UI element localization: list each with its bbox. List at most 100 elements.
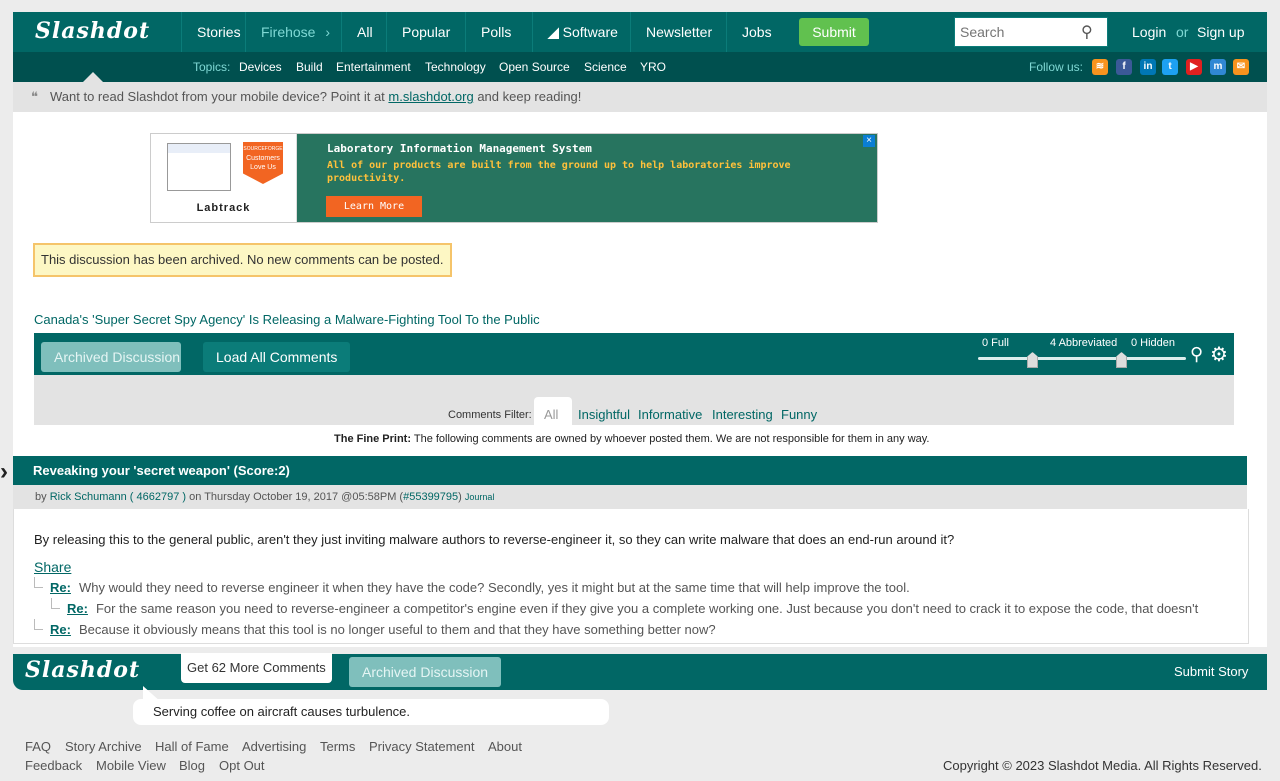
- comment-body: By releasing this to the general public,…: [34, 532, 955, 547]
- footer-link-terms[interactable]: Terms: [320, 739, 355, 754]
- reply-tree-line: [51, 598, 60, 609]
- nav-jobs[interactable]: Jobs: [726, 12, 787, 52]
- comment-controls-bar: Archived Discussion Load All Comments 0 …: [34, 333, 1234, 375]
- footer-link-advertising[interactable]: Advertising: [242, 739, 306, 754]
- filter-tab-interesting[interactable]: Interesting: [712, 407, 773, 422]
- topic-build[interactable]: Build: [296, 52, 323, 82]
- linkedin-icon[interactable]: in: [1140, 59, 1156, 75]
- footer-archived-button[interactable]: Archived Discussion: [349, 657, 502, 687]
- footer-link-opt-out[interactable]: Opt Out: [219, 758, 265, 773]
- hidden-threshold-handle[interactable]: [1116, 352, 1127, 368]
- submit-story-link[interactable]: Submit Story: [1174, 664, 1248, 679]
- reply-link[interactable]: Re:: [50, 580, 71, 595]
- or-label: or: [1176, 24, 1189, 40]
- email-icon[interactable]: ✉: [1233, 59, 1249, 75]
- youtube-icon[interactable]: ▶: [1186, 59, 1202, 75]
- nav-popular[interactable]: Popular: [386, 12, 465, 52]
- topic-entertainment[interactable]: Entertainment: [336, 52, 411, 82]
- nav-software-label: Software: [562, 24, 618, 40]
- comment-id-link[interactable]: #55399795: [403, 491, 458, 503]
- nav-software[interactable]: ◢ Software: [532, 12, 633, 52]
- reply-item[interactable]: Re: For the same reason you need to rever…: [67, 601, 1198, 616]
- footer-link-story-archive[interactable]: Story Archive: [65, 739, 142, 754]
- filter-tab-all[interactable]: All: [544, 407, 558, 422]
- mastodon-icon[interactable]: m: [1210, 59, 1226, 75]
- ad-title: Laboratory Information Management System: [327, 142, 592, 155]
- footer-link-blog[interactable]: Blog: [179, 758, 205, 773]
- nav-polls[interactable]: Polls: [465, 12, 526, 52]
- ad-learn-more-button[interactable]: Learn More: [326, 196, 422, 217]
- search-icon[interactable]: ⚲: [1081, 22, 1093, 42]
- ad-close-icon[interactable]: ×: [863, 135, 875, 147]
- filter-tab-insightful[interactable]: Insightful: [578, 407, 630, 422]
- search-comments-icon[interactable]: ⚲: [1190, 344, 1203, 365]
- footer-link-hall-of-fame[interactable]: Hall of Fame: [155, 739, 229, 754]
- threshold-slider-track[interactable]: [978, 357, 1186, 360]
- ad-badge: SOURCEFORGE Customers Love Us: [243, 142, 283, 184]
- advertisement-banner[interactable]: SOURCEFORGE Customers Love Us Labtrack L…: [150, 133, 878, 223]
- comment-author-link[interactable]: Rick Schumann ( 4662797 ): [50, 491, 186, 503]
- hidden-count-label: 0 Hidden: [1131, 337, 1176, 349]
- topic-yro[interactable]: YRO: [640, 52, 666, 82]
- nav-newsletter[interactable]: Newsletter: [630, 12, 727, 52]
- footer-link-faq[interactable]: FAQ: [25, 739, 51, 754]
- fine-print: The Fine Print: The following comments a…: [334, 433, 930, 445]
- top-nav-bar: Slashdot Stories Firehose › All Popular …: [13, 12, 1267, 52]
- fine-print-label: The Fine Print:: [334, 433, 411, 445]
- follow-us-label: Follow us:: [1029, 60, 1084, 74]
- footer-link-privacy[interactable]: Privacy Statement: [369, 739, 475, 754]
- facebook-icon[interactable]: f: [1116, 59, 1132, 75]
- topic-devices[interactable]: Devices: [239, 52, 282, 82]
- mobile-site-link[interactable]: m.slashdot.org: [388, 89, 473, 104]
- footer-link-about[interactable]: About: [488, 739, 522, 754]
- reply-item[interactable]: Re: Why would they need to reverse engine…: [50, 580, 910, 595]
- reply-link[interactable]: Re:: [50, 622, 71, 637]
- nav-firehose-label: Firehose: [261, 24, 316, 40]
- filter-tab-informative[interactable]: Informative: [638, 407, 702, 422]
- footer-bar: Slashdot Get 62 More Comments Archived D…: [13, 653, 1267, 690]
- nav-all[interactable]: All: [341, 12, 388, 52]
- submit-button[interactable]: Submit: [799, 18, 869, 46]
- mobile-banner-text: Want to read Slashdot from your mobile d…: [50, 89, 385, 104]
- topic-technology[interactable]: Technology: [425, 52, 486, 82]
- reply-link[interactable]: Re:: [67, 601, 88, 616]
- footer-logo[interactable]: Slashdot: [25, 657, 140, 683]
- twitter-icon[interactable]: t: [1162, 59, 1178, 75]
- topic-open-source[interactable]: Open Source: [499, 52, 570, 82]
- get-more-comments-button[interactable]: Get 62 More Comments: [181, 653, 332, 683]
- gear-icon[interactable]: ⚙: [1210, 342, 1228, 367]
- share-link[interactable]: Share: [34, 559, 71, 575]
- full-count-label: 0 Full: [982, 337, 1009, 349]
- filter-label: Comments Filter:: [448, 409, 532, 421]
- full-threshold-handle[interactable]: [1027, 352, 1038, 368]
- ad-right-panel: Laboratory Information Management System…: [297, 134, 877, 222]
- site-logo[interactable]: Slashdot: [35, 18, 150, 44]
- filter-tab-funny[interactable]: Funny: [781, 407, 817, 422]
- reply-tree-line: [34, 577, 43, 588]
- archived-discussion-button[interactable]: Archived Discussion: [41, 342, 181, 372]
- load-all-comments-button[interactable]: Load All Comments: [203, 342, 351, 372]
- topics-bar: Topics: Devices Build Entertainment Tech…: [13, 52, 1267, 82]
- mobile-banner-suffix: and keep reading!: [477, 89, 582, 104]
- comment-title[interactable]: Reveaking your 'secret weapon' (Score:2): [33, 463, 290, 478]
- comments-filter-bar: Comments Filter: All Insightful Informat…: [34, 375, 1234, 425]
- footer-link-feedback[interactable]: Feedback: [25, 758, 82, 773]
- chevron-right-icon: ›: [325, 24, 331, 40]
- topic-science[interactable]: Science: [584, 52, 627, 82]
- comment-meta: by Rick Schumann ( 4662797 ) on Thursday…: [13, 485, 1247, 510]
- login-link[interactable]: Login: [1132, 24, 1166, 40]
- reply-tree-line: [34, 619, 43, 630]
- journal-link[interactable]: Journal: [465, 492, 495, 502]
- chevron-right-icon[interactable]: ›: [0, 458, 8, 486]
- signup-link[interactable]: Sign up: [1197, 24, 1244, 40]
- footer-link-mobile-view[interactable]: Mobile View: [96, 758, 166, 773]
- reply-item[interactable]: Re: Because it obviously means that this …: [50, 622, 716, 637]
- quote-icon: ❝: [31, 89, 38, 104]
- comment-by: by: [35, 491, 47, 503]
- nav-firehose[interactable]: Firehose ›: [245, 12, 348, 52]
- rss-icon[interactable]: ≋: [1092, 59, 1108, 75]
- story-link[interactable]: Canada's 'Super Secret Spy Agency' Is Re…: [34, 312, 540, 327]
- quote-text: Serving coffee on aircraft causes turbul…: [153, 704, 411, 719]
- comment-date: on Thursday October 19, 2017 @05:58PM (: [189, 491, 404, 503]
- ad-screenshot-image: [167, 143, 231, 191]
